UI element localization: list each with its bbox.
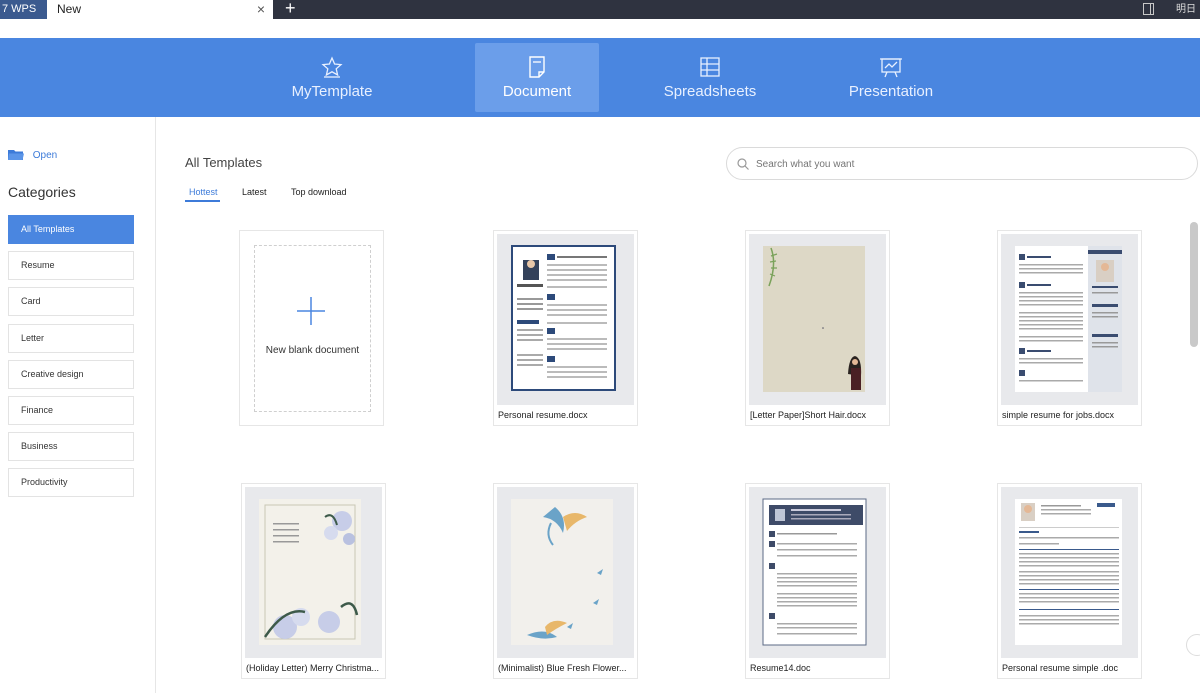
presentation-board-icon xyxy=(880,58,902,78)
star-template-icon xyxy=(321,56,343,78)
open-label: Open xyxy=(32,150,58,161)
template-type-header: MyTemplate Document Spreadsheets Present… xyxy=(0,38,1200,117)
template-thumbnail-blue-fresh-flower xyxy=(497,487,634,658)
template-thumbnail-personal-resume xyxy=(497,234,634,405)
search-box[interactable] xyxy=(726,147,1198,180)
template-name: (Holiday Letter) Merry Christma... xyxy=(246,663,380,673)
template-card[interactable]: (Holiday Letter) Merry Christma... xyxy=(241,483,386,679)
tab-mytemplate-label: MyTemplate xyxy=(291,83,373,100)
wps-app-tab[interactable]: 7 WPS xyxy=(0,0,47,19)
category-productivity[interactable]: Productivity xyxy=(8,468,134,497)
template-name: [Letter Paper]Short Hair.docx xyxy=(750,410,867,420)
page-title: All Templates xyxy=(185,155,263,170)
tab-document[interactable]: Document xyxy=(475,43,599,112)
template-thumbnail-resume14 xyxy=(749,487,886,658)
template-name: simple resume for jobs.docx xyxy=(1002,410,1115,420)
tab-mytemplate[interactable]: MyTemplate xyxy=(270,43,394,112)
template-name: Personal resume.docx xyxy=(498,410,588,420)
document-tab-title: New xyxy=(57,2,82,16)
search-icon xyxy=(737,158,749,170)
new-blank-document-card[interactable]: New blank document xyxy=(239,230,384,426)
search-input[interactable] xyxy=(756,156,1156,172)
template-name: Resume14.doc xyxy=(750,663,811,673)
vertical-scrollbar[interactable] xyxy=(1190,222,1198,347)
tab-spreadsheets-label: Spreadsheets xyxy=(663,83,757,100)
titlebar-right-text: 明日 xyxy=(1176,4,1196,15)
categories-title: Categories xyxy=(8,184,76,200)
template-name: Personal resume simple .doc xyxy=(1002,663,1119,673)
template-card[interactable]: (Minimalist) Blue Fresh Flower... xyxy=(493,483,638,679)
category-card[interactable]: Card xyxy=(8,287,134,316)
category-finance[interactable]: Finance xyxy=(8,396,134,425)
template-card[interactable]: Resume14.doc xyxy=(745,483,890,679)
tab-document-label: Document xyxy=(502,83,572,100)
template-thumbnail-holiday-letter xyxy=(245,487,382,658)
template-card[interactable]: Personal resume.docx xyxy=(493,230,638,426)
document-icon xyxy=(529,56,545,78)
new-tab-icon[interactable]: + xyxy=(285,0,296,18)
window-layout-icon[interactable] xyxy=(1143,3,1154,15)
spreadsheet-grid-icon xyxy=(700,57,720,77)
document-tab[interactable]: New × xyxy=(47,0,273,19)
blank-dashed-frame xyxy=(254,245,371,412)
category-letter[interactable]: Letter xyxy=(8,324,134,353)
category-resume[interactable]: Resume xyxy=(8,251,134,280)
tab-presentation[interactable]: Presentation xyxy=(829,43,953,112)
template-thumbnail-short-hair-letter xyxy=(749,234,886,405)
category-creative-design[interactable]: Creative design xyxy=(8,360,134,389)
category-all-templates[interactable]: All Templates xyxy=(8,215,134,244)
active-subtab-indicator xyxy=(185,200,220,202)
close-tab-icon[interactable]: × xyxy=(257,0,265,19)
template-thumbnail-simple-resume xyxy=(1001,234,1138,405)
open-button[interactable]: Open xyxy=(8,148,57,164)
subtab-latest[interactable]: Latest xyxy=(242,187,267,197)
template-card[interactable]: Personal resume simple .doc xyxy=(997,483,1142,679)
template-thumbnail-personal-resume-simple xyxy=(1001,487,1138,658)
template-card[interactable]: simple resume for jobs.docx xyxy=(997,230,1142,426)
subtab-hottest[interactable]: Hottest xyxy=(189,187,218,197)
title-bar: 7 WPS New × + 明日 xyxy=(0,0,1200,19)
template-card[interactable]: [Letter Paper]Short Hair.docx xyxy=(745,230,890,426)
floating-action-button[interactable] xyxy=(1186,634,1200,656)
blank-document-label: New blank document xyxy=(265,345,360,356)
plus-icon xyxy=(297,297,325,325)
template-name: (Minimalist) Blue Fresh Flower... xyxy=(498,663,627,673)
folder-open-icon xyxy=(8,150,24,161)
tab-spreadsheets[interactable]: Spreadsheets xyxy=(648,43,772,112)
subtab-top-download[interactable]: Top download xyxy=(291,187,347,197)
category-business[interactable]: Business xyxy=(8,432,134,461)
tab-presentation-label: Presentation xyxy=(848,83,934,100)
